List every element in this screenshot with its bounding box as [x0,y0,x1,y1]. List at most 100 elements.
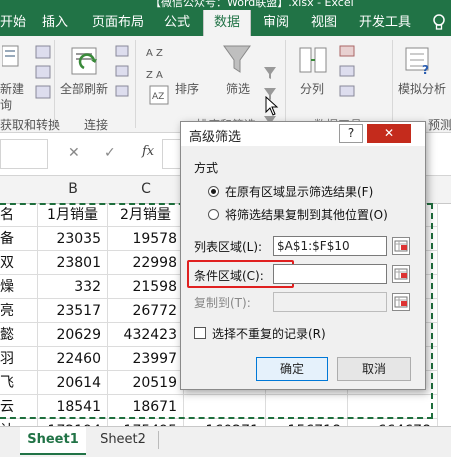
data-tools-small-icons[interactable] [338,44,358,107]
close-button[interactable]: ✕ [367,124,411,143]
filter-label[interactable]: 筛选 [226,80,250,97]
cell-b[interactable]: 20614 [38,371,108,395]
sort-icon[interactable]: A Z Z A AZ [146,44,174,111]
refresh-all-label[interactable]: 全部刷新 [60,80,108,97]
cell-c[interactable]: 18671 [108,395,184,419]
svg-text:AZ: AZ [152,92,164,102]
sheet-tab-sheet1[interactable]: Sheet1 [20,427,86,455]
cell-name[interactable]: 名 [0,203,38,227]
svg-text:Z A: Z A [146,70,163,81]
new-query-label2: 询 [0,98,13,112]
sort-label[interactable]: 排序 [175,80,199,97]
cell-b[interactable]: 23801 [38,251,108,275]
what-if-analysis-icon[interactable]: ? [404,44,434,79]
cell-c[interactable]: 23997 [108,347,184,371]
tab-page-layout[interactable]: 页面布局 [92,10,150,36]
cell-b[interactable]: 23517 [38,299,108,323]
list-range-collapse-icon[interactable] [392,237,410,255]
title-bar: 【微信公众号：Word联盟】.xlsx - Excel [0,0,451,10]
list-range-input[interactable]: $A$1:$F$10 [273,236,387,256]
cell-c[interactable]: 432423 [108,323,184,347]
cell-name[interactable]: 亮 [0,299,38,323]
cell-c[interactable]: 19578 [108,227,184,251]
text-to-columns-icon[interactable] [298,44,328,79]
cell-c[interactable]: 2月销量 [108,203,184,227]
refresh-all-icon[interactable] [68,42,104,81]
tab-insert[interactable]: 插入 [42,10,72,36]
cell-b[interactable]: 18541 [38,395,108,419]
connections-group-label: 连接 [84,118,109,132]
small-query-icons[interactable] [35,44,55,107]
svg-text:?: ? [422,63,429,76]
cell-name[interactable]: 云 [0,395,38,419]
radio-in-place[interactable] [208,186,219,197]
what-if-label[interactable]: 模拟分析 [398,80,446,97]
criteria-range-label: 条件区域(C): [194,269,264,283]
copy-to-collapse-icon[interactable] [392,293,410,311]
tab-developer[interactable]: 开发工具 [359,10,417,36]
tab-home[interactable]: 开始 [0,10,28,36]
criteria-range-collapse-icon[interactable] [392,265,410,283]
function-icon[interactable]: fx [142,144,154,159]
column-header-b[interactable]: B [38,176,109,204]
option-in-place-label[interactable]: 在原有区域显示筛选结果(F) [225,183,373,200]
name-box[interactable] [0,139,48,169]
cell-c[interactable]: 26772 [108,299,184,323]
cancel-button[interactable]: 取消 [337,357,411,381]
tab-review[interactable]: 审阅 [263,10,293,36]
new-query-icon[interactable] [1,44,20,81]
cell-b[interactable]: 20629 [38,323,108,347]
forecast-group-label: 预测 [428,118,451,132]
cell-c[interactable]: 21598 [108,275,184,299]
sheet-tab-bar: Sheet1 Sheet2 [0,426,451,457]
sheet-tab-sheet2[interactable]: Sheet2 [90,427,156,453]
ribbon: 新建 询 获取和转换 全部刷新 连接 A ZZ AAZ 排序 筛选 排序和筛选 … [0,36,451,133]
cell-d[interactable] [184,395,266,419]
ribbon-tab-bar: 开始 插入 页面布局 公式 数据 审阅 视图 开发工具 [0,10,451,36]
column-header-c[interactable]: C [108,176,185,204]
lightbulb-icon[interactable] [432,10,448,36]
dialog-title-bar[interactable]: 高级筛选 ? ✕ [181,122,425,146]
unique-checkbox[interactable] [194,327,206,339]
unique-records-label[interactable]: 选择不重复的记录(R) [212,325,326,342]
get-transform-group-label: 获取和转换 [0,118,61,132]
option-copy-label[interactable]: 将筛选结果复制到其他位置(O) [225,206,388,223]
cell-b[interactable]: 1月销量 [38,203,108,227]
cell-name[interactable]: 燥 [0,275,38,299]
copy-to-label: 复制到(T): [194,296,251,310]
copy-to-input[interactable] [273,292,387,312]
enter-icon[interactable]: ✓ [104,145,116,161]
method-label: 方式 [194,161,219,175]
tab-formulas[interactable]: 公式 [164,10,194,36]
filter-funnel-icon[interactable] [222,44,252,79]
cancel-icon[interactable]: ✕ [68,145,80,161]
svg-text:A Z: A Z [146,48,163,59]
dialog-title: 高级筛选 [189,130,242,145]
new-query-label: 新建 [0,82,25,96]
help-button[interactable]: ? [339,124,363,143]
connections-small-icons[interactable] [115,44,131,107]
split-label[interactable]: 分列 [300,80,324,97]
cell-name[interactable]: 懿 [0,323,38,347]
tab-data[interactable]: 数据 [203,10,251,36]
cell-name[interactable]: 飞 [0,371,38,395]
column-header-a[interactable] [0,176,39,204]
cell-e[interactable] [266,395,348,419]
cell-name[interactable]: 羽 [0,347,38,371]
cell-name[interactable]: 备 [0,227,38,251]
cell-c[interactable]: 20519 [108,371,184,395]
cell-b[interactable]: 332 [38,275,108,299]
radio-copy-to[interactable] [208,209,219,220]
window-title: 【微信公众号：Word联盟】.xlsx - Excel [150,0,354,9]
advanced-filter-dialog: 高级筛选 ? ✕ 方式 在原有区域显示筛选结果(F) 将筛选结果复制到其他位置(… [180,121,426,390]
cell-f[interactable] [348,395,438,419]
cell-b[interactable]: 23035 [38,227,108,251]
mouse-cursor-icon [265,95,279,119]
list-range-label: 列表区域(L): [194,240,263,254]
criteria-range-input[interactable] [273,264,387,284]
cell-c[interactable]: 22998 [108,251,184,275]
cell-b[interactable]: 22460 [38,347,108,371]
cell-name[interactable]: 双 [0,251,38,275]
ok-button[interactable]: 确定 [256,357,328,381]
tab-view[interactable]: 视图 [311,10,341,36]
